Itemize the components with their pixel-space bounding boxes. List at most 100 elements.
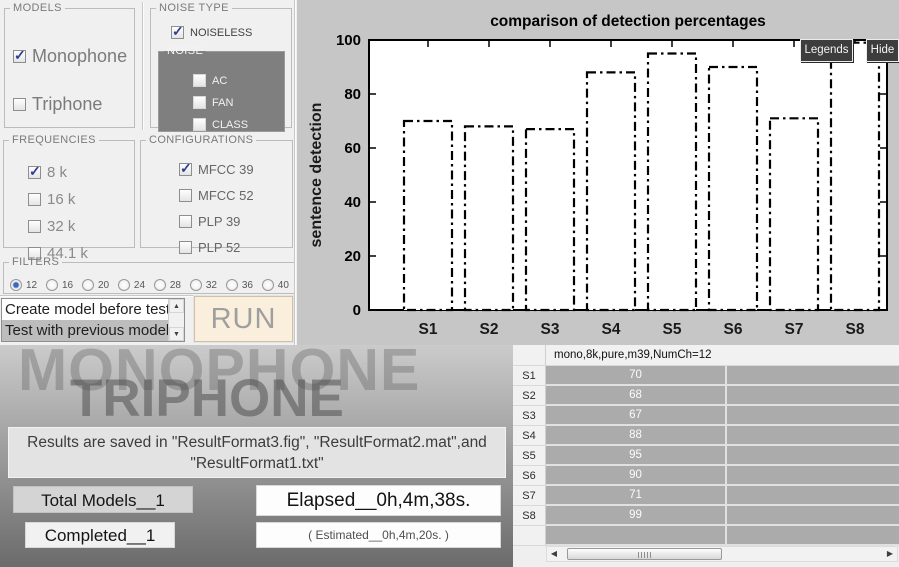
- checkbox-icon[interactable]: [13, 98, 26, 111]
- run-mode-listbox[interactable]: Create model before testTest with previo…: [1, 298, 185, 342]
- checkbox-plp-52[interactable]: PLP 52: [179, 240, 254, 255]
- value-cell[interactable]: 90: [546, 466, 727, 486]
- radio-icon[interactable]: [226, 279, 238, 291]
- radio-icon[interactable]: [10, 279, 22, 291]
- checkbox-icon[interactable]: [28, 166, 41, 179]
- row-header: S1: [513, 366, 546, 386]
- x-tick-label: S8: [846, 321, 865, 338]
- listbox-item-create-model-before-test[interactable]: Create model before test: [2, 299, 168, 320]
- radio-icon[interactable]: [190, 279, 202, 291]
- radio-label: 20: [98, 280, 109, 291]
- radio-icon[interactable]: [262, 279, 274, 291]
- radio-filter-12[interactable]: 12: [10, 279, 37, 291]
- value-cell[interactable]: 95: [546, 446, 727, 466]
- checkbox-icon[interactable]: [193, 118, 206, 131]
- radio-filter-20[interactable]: 20: [82, 279, 109, 291]
- checkbox-ac[interactable]: AC: [193, 74, 248, 87]
- listbox-item-test-with-previous-model[interactable]: Test with previous model: [2, 320, 168, 341]
- checkbox-fan[interactable]: FAN: [193, 96, 248, 109]
- checkbox-icon[interactable]: [28, 220, 41, 233]
- checkbox-label: 16 k: [47, 191, 75, 208]
- checkbox-icon[interactable]: [179, 163, 192, 176]
- scroll-left-icon[interactable]: ◀: [547, 547, 561, 561]
- scroll-down-icon[interactable]: ▼: [169, 327, 184, 341]
- checkbox-triphone[interactable]: Triphone: [13, 94, 127, 115]
- checkbox-label: MFCC 39: [198, 162, 254, 177]
- radio-icon[interactable]: [154, 279, 166, 291]
- row-filler: [727, 486, 899, 506]
- row-header: S8: [513, 506, 546, 526]
- radio-filter-16[interactable]: 16: [46, 279, 73, 291]
- x-tick-label: S4: [602, 321, 621, 338]
- checkbox-class[interactable]: CLASS: [193, 118, 248, 131]
- x-tick-label: S7: [785, 321, 804, 338]
- value-cell[interactable]: 88: [546, 426, 727, 446]
- x-tick-label: S2: [480, 321, 499, 338]
- radio-label: 24: [134, 280, 145, 291]
- checkbox-icon[interactable]: [171, 26, 184, 39]
- scrollbar-thumb[interactable]: [567, 548, 722, 560]
- bar-s5: [648, 54, 696, 311]
- legends-button[interactable]: Legends: [800, 39, 853, 62]
- checkbox-monophone[interactable]: Monophone: [13, 46, 127, 67]
- checkbox-icon[interactable]: [193, 96, 206, 109]
- run-button[interactable]: RUN: [194, 296, 293, 342]
- checkbox-icon[interactable]: [179, 189, 192, 202]
- value-cell[interactable]: 68: [546, 386, 727, 406]
- results-table-body: mono,8k,pure,m39,NumCh=12S170S268S367S48…: [513, 345, 899, 546]
- table-row: S170: [513, 366, 899, 386]
- triphone-watermark: TRIPHONE: [70, 368, 344, 429]
- hide-button[interactable]: Hide: [866, 39, 899, 62]
- y-tick-label: 40: [344, 194, 361, 211]
- checkbox-label: 8 k: [47, 164, 67, 181]
- chart-title: comparison of detection percentages: [490, 13, 766, 30]
- checkbox-icon[interactable]: [179, 215, 192, 228]
- row-filler: [727, 466, 899, 486]
- results-table: mono,8k,pure,m39,NumCh=12S170S268S367S48…: [513, 345, 899, 567]
- table-row: S690: [513, 466, 899, 486]
- noise-subpanel: NOISE ACFANCLASS: [158, 45, 285, 132]
- table-row: S595: [513, 446, 899, 466]
- frequencies-panel-title: FREQUENCIES: [9, 134, 99, 146]
- speech-recognition-test-window: MODELS MonophoneTriphone NOISE TYPE NOIS…: [0, 0, 899, 567]
- bar-s1: [404, 121, 452, 310]
- radio-label: 12: [26, 280, 37, 291]
- radio-icon[interactable]: [46, 279, 58, 291]
- radio-icon[interactable]: [82, 279, 94, 291]
- value-cell[interactable]: 71: [546, 486, 727, 506]
- table-horizontal-scrollbar[interactable]: ◀ ▶: [546, 546, 898, 562]
- radio-filter-40[interactable]: 40: [262, 279, 289, 291]
- radio-filter-32[interactable]: 32: [190, 279, 217, 291]
- checkbox-icon[interactable]: [193, 74, 206, 87]
- checkbox-plp-39[interactable]: PLP 39: [179, 214, 254, 229]
- checkbox-mfcc-52[interactable]: MFCC 52: [179, 188, 254, 203]
- column-header: mono,8k,pure,m39,NumCh=12: [546, 345, 727, 366]
- checkbox-icon[interactable]: [179, 241, 192, 254]
- radio-filter-28[interactable]: 28: [154, 279, 181, 291]
- status-panel: MONOPHONE TRIPHONE Results are saved in …: [0, 345, 513, 567]
- radio-icon[interactable]: [118, 279, 130, 291]
- value-cell[interactable]: 99: [546, 506, 727, 526]
- row-header: S6: [513, 466, 546, 486]
- checkbox-mfcc-39[interactable]: MFCC 39: [179, 162, 254, 177]
- radio-filter-24[interactable]: 24: [118, 279, 145, 291]
- checkbox-label: FAN: [212, 97, 233, 109]
- checkbox-16-k[interactable]: 16 k: [28, 191, 88, 208]
- scroll-up-icon[interactable]: ▲: [169, 299, 184, 313]
- value-cell[interactable]: 67: [546, 406, 727, 426]
- radio-label: 32: [206, 280, 217, 291]
- total-models-status: Total Models__1: [13, 486, 193, 513]
- checkbox-icon[interactable]: [28, 193, 41, 206]
- checkbox-icon[interactable]: [13, 50, 26, 63]
- scroll-right-icon[interactable]: ▶: [883, 547, 897, 561]
- row-header: S5: [513, 446, 546, 466]
- value-cell[interactable]: 70: [546, 366, 727, 386]
- row-filler: [727, 446, 899, 466]
- listbox-scrollbar[interactable]: ▲ ▼: [168, 299, 184, 341]
- radio-label: 36: [242, 280, 253, 291]
- checkbox-8-k[interactable]: 8 k: [28, 164, 88, 181]
- checkbox-32-k[interactable]: 32 k: [28, 218, 88, 235]
- checkbox-noiseless[interactable]: NOISELESS: [171, 26, 252, 39]
- radio-filter-36[interactable]: 36: [226, 279, 253, 291]
- value-cell[interactable]: [546, 526, 727, 546]
